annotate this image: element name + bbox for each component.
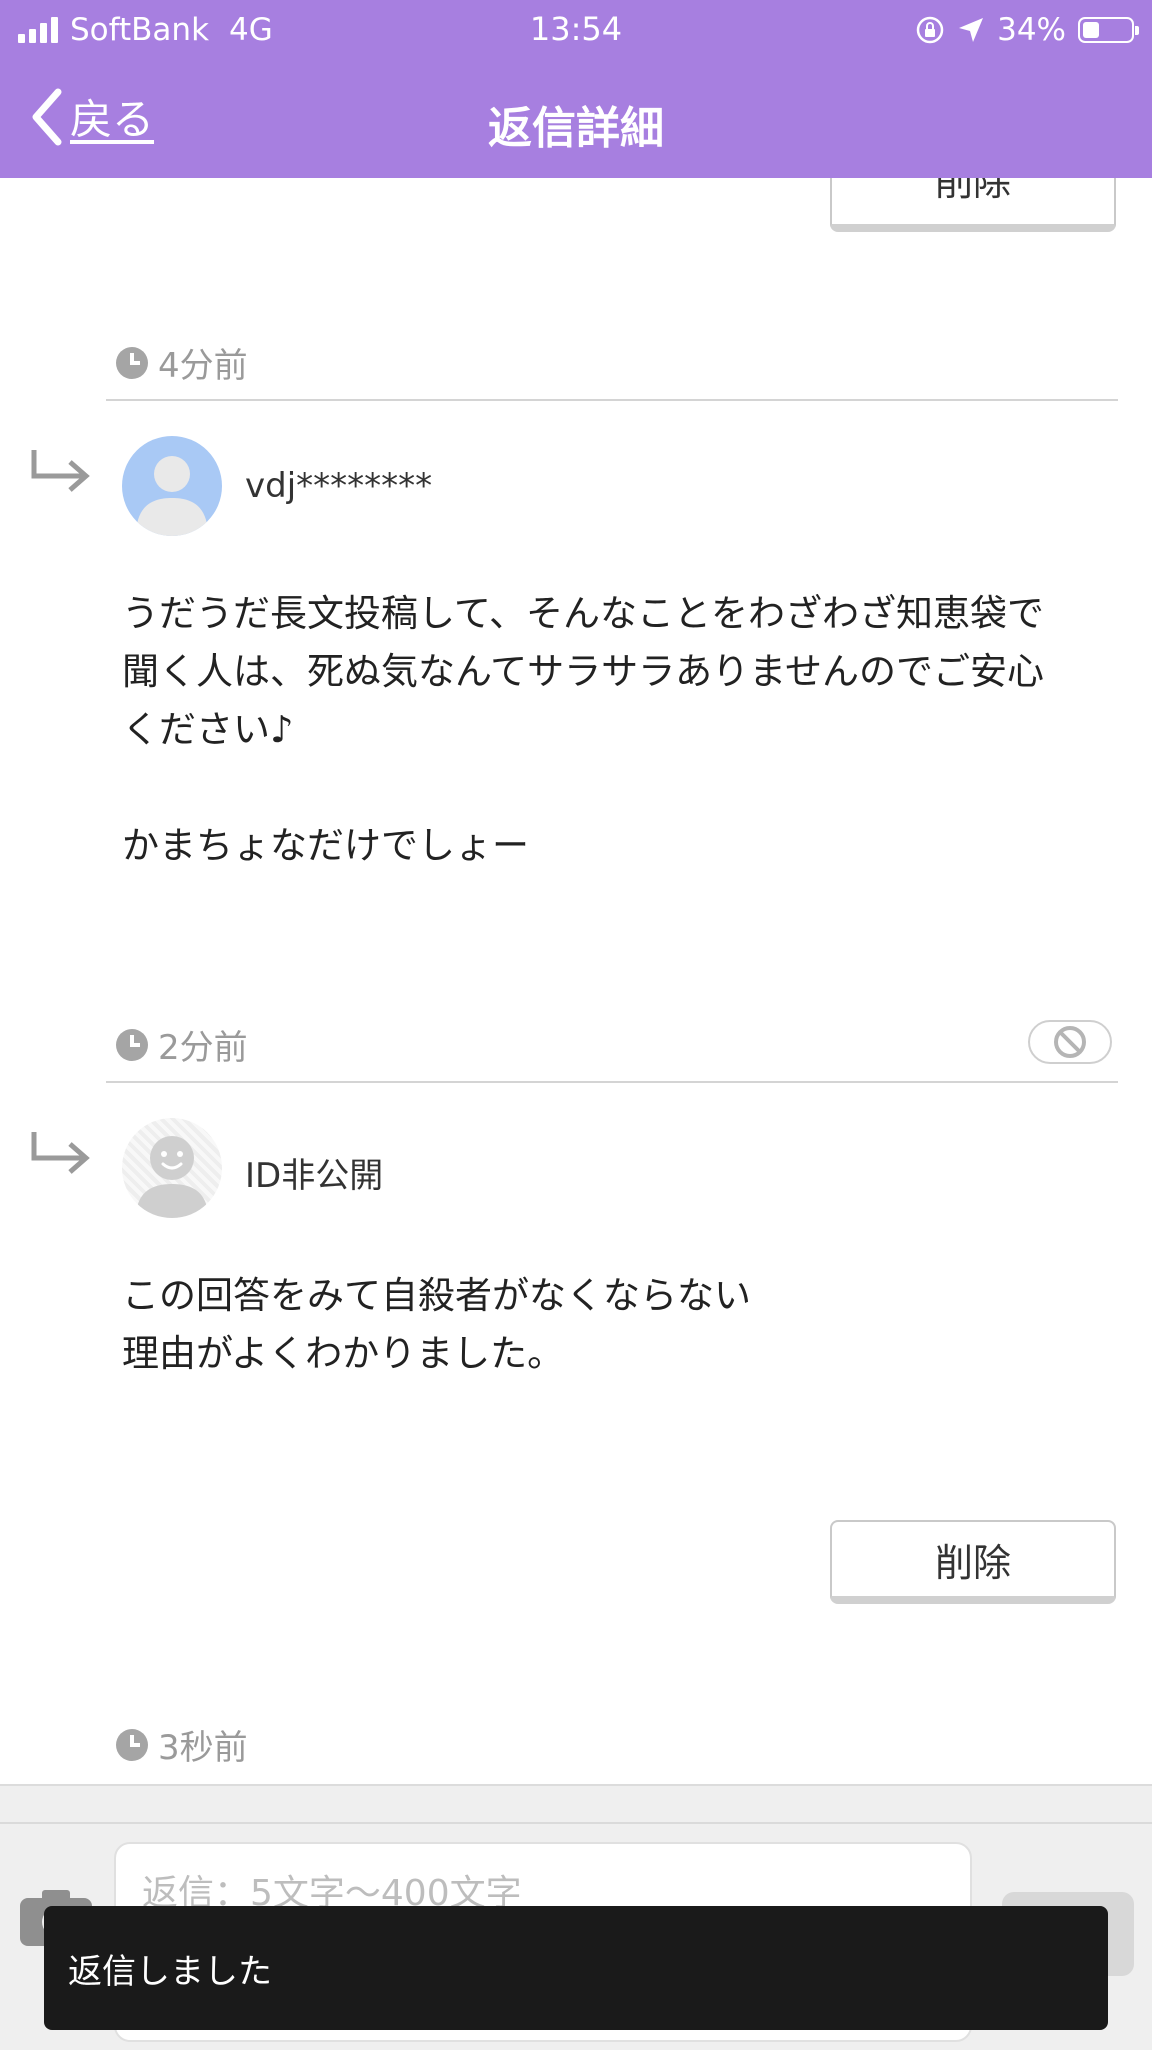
toast-message: 返信しました xyxy=(44,1906,1108,2030)
user-silhouette-icon xyxy=(136,456,208,536)
timestamp-label: 4分前 xyxy=(158,346,248,386)
reply-body: うだうだ長文投稿して、そんなことをわざわざ知恵袋で 聞く人は、死ぬ気なんてサラサ… xyxy=(122,592,1045,867)
delete-label: 削除 xyxy=(934,1540,1011,1585)
username[interactable]: ID非公開 xyxy=(245,1148,383,1197)
battery-percent: 34% xyxy=(997,12,1066,48)
location-icon xyxy=(959,18,984,42)
page-title: 返信詳細 xyxy=(488,103,664,154)
timestamp-label: 2分前 xyxy=(158,1028,248,1068)
clock-icon xyxy=(116,1728,148,1761)
avatar[interactable] xyxy=(122,1118,222,1218)
nav-bar: 戻る 返信詳細 xyxy=(0,58,1152,178)
status-bar: SoftBank 4G 13:54 34% xyxy=(0,0,1152,58)
reply-timestamp: 4分前 xyxy=(116,338,248,387)
status-right: 34% xyxy=(915,10,1139,50)
reply-timestamp: 3秒前 xyxy=(116,1720,248,1769)
divider xyxy=(106,399,1118,401)
divider xyxy=(106,1081,1118,1083)
divider xyxy=(0,1822,1152,1824)
orientation-lock-icon xyxy=(916,16,944,44)
clock-icon xyxy=(116,1028,148,1061)
reply-timestamp: 2分前 xyxy=(116,1020,248,1069)
toast-label: 返信しました xyxy=(68,1951,272,1992)
battery-fill xyxy=(1083,22,1099,38)
smiley-avatar-icon xyxy=(136,1136,208,1218)
delete-button[interactable]: 削除 xyxy=(830,1520,1116,1604)
reply-arrow-icon xyxy=(31,1132,90,1174)
clock-icon xyxy=(116,346,148,379)
username[interactable]: vdj******** xyxy=(245,466,432,506)
app-header: SoftBank 4G 13:54 34% 戻る 返信詳細 xyxy=(0,0,1152,178)
block-button[interactable] xyxy=(1028,1020,1112,1064)
block-icon xyxy=(1054,1026,1086,1058)
timestamp-label: 3秒前 xyxy=(158,1728,248,1768)
reply-body: この回答をみて自殺者がなくならない 理由がよくわかりました。 xyxy=(122,1274,751,1375)
reply-arrow-icon xyxy=(31,450,90,492)
avatar[interactable] xyxy=(122,436,222,536)
battery-icon xyxy=(1078,17,1139,43)
